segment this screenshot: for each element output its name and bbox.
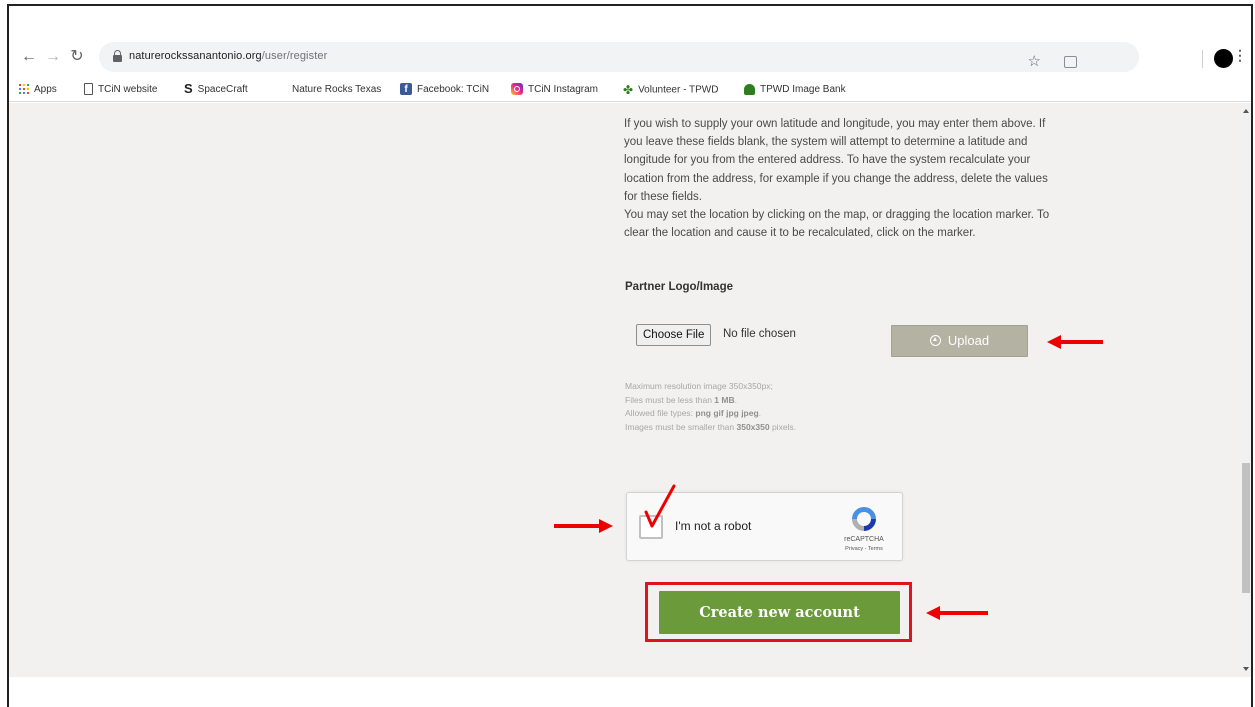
scroll-down-icon[interactable] [1243, 667, 1249, 671]
annotation-arrow-icon [554, 519, 613, 533]
bookmark-facebook-tcin[interactable]: f Facebook: TCiN [400, 83, 489, 97]
bookmark-label: TCiN Instagram [528, 84, 599, 95]
file-status-text: No file chosen [723, 328, 796, 340]
url-host: naturerockssanantonio.org [129, 50, 262, 62]
upload-help-line: Allowed file types: png gif jpg jpeg. [625, 408, 762, 418]
reading-list-icon[interactable] [1064, 56, 1077, 68]
reload-icon[interactable]: ↻ [67, 47, 87, 67]
bookmark-tcin-website[interactable]: TCiN website [84, 83, 157, 97]
facebook-icon: f [400, 83, 412, 96]
location-help-paragraph: You may set the location by clicking on … [624, 209, 1050, 240]
location-help-paragraph: If you wish to supply your own latitude … [624, 118, 1048, 203]
bookmark-star-icon[interactable]: ☆ [1028, 52, 1041, 70]
bookmark-apps[interactable]: Apps [19, 83, 57, 97]
create-new-account-button[interactable]: Create new account [659, 591, 900, 634]
page-scrollbar[interactable] [1241, 103, 1251, 677]
bookmark-label: Nature Rocks Texas [292, 84, 382, 95]
annotation-arrow-icon [926, 606, 988, 620]
upload-help-line: Images must be smaller than 350x350 pixe… [625, 421, 797, 432]
spacecraft-s-icon: S [184, 81, 193, 97]
toolbar-divider [1202, 50, 1203, 68]
address-bar[interactable]: naturerockssanantonio.org/user/register … [99, 42, 1139, 72]
profile-avatar[interactable] [1214, 49, 1233, 68]
url-path: /user/register [261, 50, 328, 62]
upload-help-line: Files must be less than 1 MB. [625, 394, 737, 405]
bookmark-label: Volunteer - TPWD [638, 84, 719, 96]
choose-file-button[interactable]: Choose File [636, 324, 712, 346]
bookmark-tpwd-image-bank[interactable]: TPWD Image Bank [744, 83, 846, 97]
bookmark-label: Apps [34, 84, 57, 95]
document-icon [84, 83, 93, 96]
scroll-up-icon[interactable] [1243, 109, 1249, 113]
recaptcha-logo-icon [852, 507, 876, 531]
recaptcha-brand: reCAPTCHA [844, 536, 884, 543]
scroll-thumb[interactable] [1242, 463, 1250, 593]
annotation-arrow-icon [1047, 335, 1103, 349]
location-help-text: If you wish to supply your own latitude … [624, 115, 1054, 242]
upload-help-text: Maximum resolution image 350x350px; File… [625, 380, 796, 434]
upload-button-label: Upload [947, 333, 990, 348]
texas-icon: ✤ [623, 83, 634, 97]
back-arrow-icon[interactable]: ← [19, 47, 39, 67]
forward-arrow-icon[interactable]: → [43, 47, 63, 67]
recaptcha-label: I'm not a robot [675, 519, 752, 533]
lock-icon [113, 50, 122, 63]
bookmark-label: TCiN website [98, 84, 158, 95]
bookmark-volunteer-tpwd[interactable]: ✤ Volunteer - TPWD [623, 83, 718, 97]
bookmarks-bar: Apps TCiN website S SpaceCraft Nature Roc… [9, 78, 1251, 102]
upload-button[interactable]: Upload [891, 325, 1028, 357]
tpwd-icon [744, 83, 755, 95]
bookmark-spacecraft[interactable]: S SpaceCraft [184, 81, 248, 97]
page-viewport: If you wish to supply your own latitude … [9, 103, 1247, 677]
recaptcha-terms-link[interactable]: Privacy - Terms [839, 546, 889, 552]
menu-kebab-icon[interactable]: ⋮ [1233, 47, 1247, 64]
browser-toolbar: ← → ↻ naturerockssanantonio.org/user/reg… [9, 38, 1251, 78]
partner-logo-label: Partner Logo/Image [625, 281, 733, 293]
bookmark-label: SpaceCraft [197, 84, 248, 95]
url-text: naturerockssanantonio.org/user/register [129, 50, 327, 62]
upload-icon [929, 335, 941, 346]
checkmark-annotation-icon [644, 484, 676, 528]
bookmark-nature-rocks-texas[interactable]: Nature Rocks Texas [292, 83, 381, 97]
instagram-icon [511, 83, 523, 96]
screenshot-frame: ← → ↻ naturerockssanantonio.org/user/reg… [7, 4, 1253, 707]
upload-help-line: Maximum resolution image 350x350px; [625, 381, 773, 391]
bookmark-tcin-instagram[interactable]: TCiN Instagram [511, 83, 598, 97]
bookmark-label: Facebook: TCiN [417, 84, 490, 95]
bookmark-label: TPWD Image Bank [760, 84, 846, 95]
apps-grid-icon [19, 84, 29, 95]
